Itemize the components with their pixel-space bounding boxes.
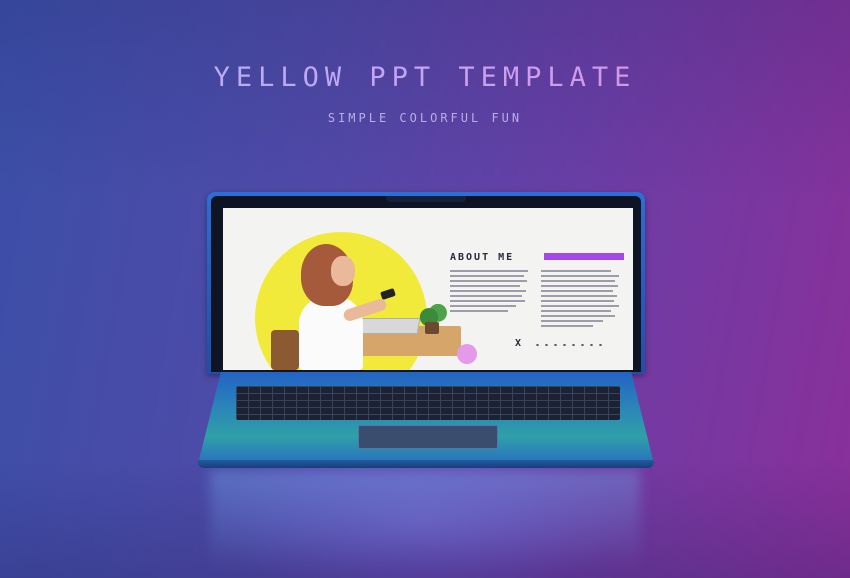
desk-laptop: [353, 318, 421, 334]
camera-notch: [386, 196, 466, 202]
phone-icon: [380, 288, 396, 300]
hero-title: YELLOW PPT TEMPLATE: [0, 62, 850, 93]
chair: [271, 330, 299, 370]
photo-woman-at-desk: [243, 208, 461, 370]
background-shade: [0, 0, 850, 200]
plant-pot: [425, 322, 439, 334]
body-text-right: [541, 270, 619, 330]
laptop-base-edge: [198, 460, 654, 468]
pink-circle-shape: [457, 344, 477, 364]
dots-decoration: [533, 344, 603, 346]
hero-subtitle: SIMPLE COLORFUL FUN: [327, 111, 523, 125]
slide-heading: ABOUT ME: [450, 252, 515, 263]
laptop-screen-slide: ABOUT ME X: [223, 208, 633, 370]
laptop-reflection: [210, 470, 640, 570]
heading-accent-bar: [544, 253, 624, 260]
close-mark: X: [515, 338, 522, 349]
laptop-lid: ABOUT ME X: [207, 192, 645, 374]
laptop-bezel: ABOUT ME X: [211, 196, 641, 372]
laptop-keyboard: [236, 386, 620, 420]
body-text-left: [450, 270, 528, 315]
laptop-touchpad: [358, 425, 498, 449]
person-face: [331, 256, 355, 286]
